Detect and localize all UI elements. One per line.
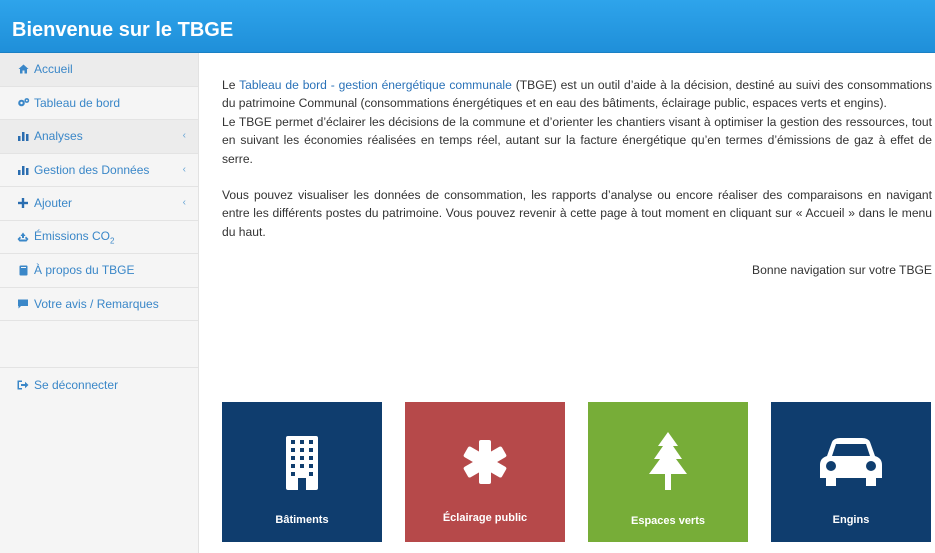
tile-label: Engins (832, 514, 870, 526)
intro-paragraph-2: Le TBGE permet d’éclairer les décisions … (222, 114, 932, 166)
sidebar-item-analyses[interactable]: Analyses ‹ (0, 120, 198, 154)
signoff-text: Bonne navigation sur votre TBGE (752, 263, 932, 278)
tile-label: Bâtiments (275, 514, 329, 526)
intro-paragraph-1: Le Tableau de bord - gestion énergétique… (222, 78, 933, 111)
tbge-link[interactable]: Tableau de bord - gestion énergétique co… (239, 78, 512, 92)
chevron-left-icon: ‹ (182, 130, 186, 141)
tile-eclairage-public[interactable]: Éclairage public (405, 402, 565, 542)
home-icon (16, 64, 30, 74)
sidebar-item-tableau-de-bord[interactable]: Tableau de bord (0, 87, 198, 120)
chevron-left-icon: ‹ (182, 163, 186, 175)
sidebar: Accueil Tableau de bord Analyses ‹ Gesti… (0, 53, 199, 553)
tile-label: Éclairage public (442, 512, 528, 524)
tile-label: Espaces verts (631, 515, 705, 527)
sidebar-item-gestion-des-donnees[interactable]: Gestion des Données ‹ (0, 154, 198, 187)
bar-chart-icon (16, 165, 30, 175)
sidebar-divider (0, 321, 198, 368)
tile-batiments[interactable]: Bâtiments (222, 402, 382, 542)
book-icon (16, 265, 30, 276)
sidebar-item-logout[interactable]: Se déconnecter (0, 368, 198, 402)
sidebar-item-a-propos[interactable]: À propos du TBGE (0, 254, 198, 288)
sidebar-item-emissions-co2[interactable]: Émissions CO2 (0, 221, 198, 254)
sidebar-item-label: Accueil (34, 62, 73, 77)
sidebar-item-label: Se déconnecter (34, 377, 119, 392)
plus-icon (16, 198, 30, 209)
intro-paragraph-3: Vous pouvez visualiser les données de co… (222, 188, 932, 239)
top-header-bar: Bienvenue sur le TBGE (0, 0, 935, 53)
bar-chart-icon (16, 131, 30, 142)
sidebar-item-label: Votre avis / Remarques (34, 296, 159, 311)
sidebar-item-label: Analyses (34, 129, 83, 144)
app-title: Bienvenue sur le TBGE (12, 19, 234, 41)
gears-icon (16, 97, 30, 108)
asterisk-icon (463, 440, 507, 484)
recycle-icon (16, 232, 30, 242)
building-icon (286, 436, 318, 490)
sidebar-item-accueil[interactable]: Accueil (0, 53, 198, 87)
sidebar-item-label: Gestion des Données (34, 162, 150, 177)
sidebar-item-label: À propos du TBGE (34, 263, 135, 278)
car-icon (820, 438, 882, 486)
tree-icon (649, 432, 687, 490)
tile-espaces-verts[interactable]: Espaces verts (588, 402, 748, 542)
sidebar-item-votre-avis[interactable]: Votre avis / Remarques (0, 288, 198, 321)
chevron-left-icon: ‹ (182, 197, 186, 208)
sign-out-icon (16, 380, 30, 390)
intro-content: Le Tableau de bord - gestion énergétique… (222, 76, 932, 280)
sidebar-item-label: Tableau de bord (34, 95, 121, 110)
comment-icon (16, 299, 30, 309)
sidebar-item-label: Ajouter (34, 196, 73, 211)
sidebar-item-label: Émissions CO2 (34, 228, 115, 245)
category-tiles: Bâtiments Éclairage public Espaces verts… (222, 402, 932, 542)
tile-engins[interactable]: Engins (771, 402, 931, 542)
sidebar-item-ajouter[interactable]: Ajouter ‹ (0, 187, 198, 221)
